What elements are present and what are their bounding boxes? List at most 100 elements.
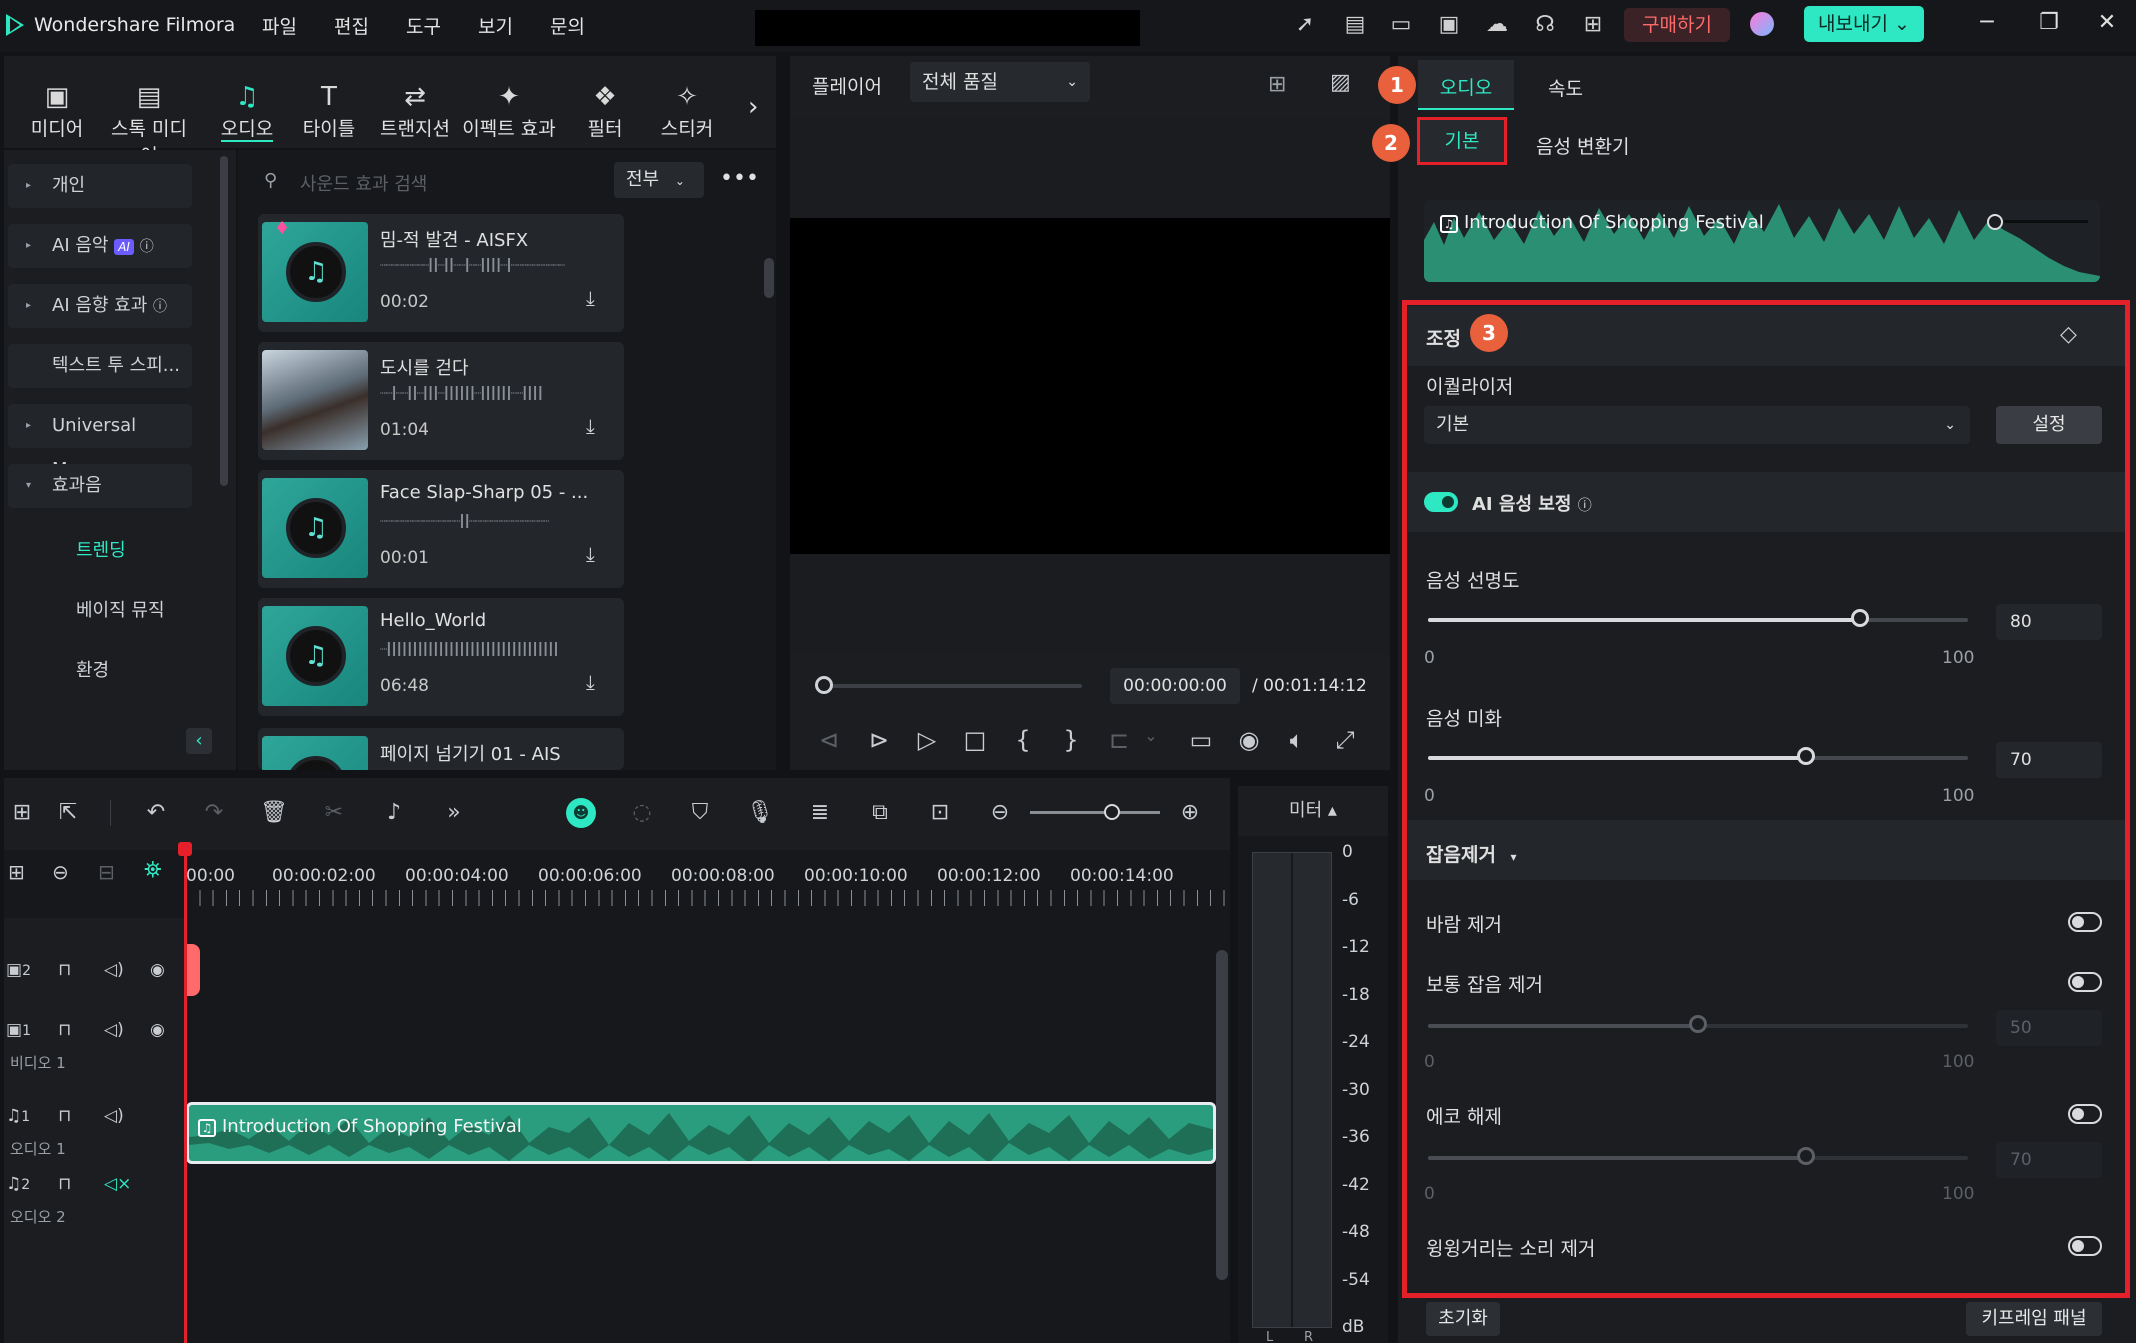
- current-timecode[interactable]: 00:00:00:00: [1110, 668, 1240, 704]
- minimize-icon[interactable]: ─: [1972, 10, 2002, 35]
- help-icon[interactable]: ⓘ: [153, 299, 167, 315]
- calendar-icon[interactable]: ▤: [1340, 10, 1370, 40]
- menu-help[interactable]: 문의: [550, 12, 585, 39]
- more-options-icon[interactable]: •••: [720, 166, 759, 191]
- zoom-slider[interactable]: [1030, 811, 1160, 814]
- download-icon[interactable]: ⤓: [586, 414, 595, 438]
- headset-icon[interactable]: ☊: [1530, 10, 1560, 40]
- prev-frame-icon[interactable]: ⊲: [812, 726, 846, 754]
- sidebar-scrollbar[interactable]: [220, 156, 228, 486]
- layout-grid-icon[interactable]: ⊞: [6, 800, 38, 825]
- lock-icon[interactable]: ⊓: [58, 1020, 71, 1040]
- avatar[interactable]: [1750, 12, 1774, 36]
- audio-edit-icon[interactable]: ♪: [378, 800, 410, 825]
- layout-icon[interactable]: ▭: [1386, 10, 1416, 40]
- replace-icon[interactable]: ⧉: [864, 800, 896, 825]
- snapshot-image-icon[interactable]: ▨: [1330, 70, 1351, 95]
- download-icon[interactable]: ⤓: [586, 542, 595, 566]
- chevron-right-icon[interactable]: ›: [748, 92, 758, 122]
- lock-icon[interactable]: ⊓: [58, 1174, 71, 1194]
- speaker-icon[interactable]: ◁): [104, 1020, 124, 1040]
- save-icon[interactable]: ▣: [1434, 10, 1464, 40]
- mark-out-icon[interactable]: }: [1054, 726, 1088, 754]
- sidebar-item-sound-effects[interactable]: ▾ 효과음: [8, 464, 192, 508]
- restore-icon[interactable]: ❐: [2034, 10, 2064, 35]
- progress-handle[interactable]: [815, 676, 833, 694]
- lock-icon[interactable]: ⊓: [58, 1106, 71, 1126]
- audio-list-icon[interactable]: ≣: [804, 800, 836, 825]
- list-scrollbar[interactable]: [764, 258, 774, 298]
- toolbar-audio[interactable]: ♫ 오디오: [202, 80, 292, 142]
- mark-in-icon[interactable]: {: [1006, 726, 1040, 754]
- help-icon[interactable]: ⓘ: [140, 239, 154, 255]
- microphone-icon[interactable]: 🎙︎: [744, 800, 776, 825]
- play-icon[interactable]: ▷: [910, 726, 944, 754]
- select-arrow-icon[interactable]: ⇱: [52, 800, 84, 825]
- download-icon[interactable]: ⤓: [586, 286, 595, 310]
- list-item[interactable]: 도시를 걷다 ┈┈┃┈┈┃┃┈┃┃┃┈┃┃┃┃┃┃┈┃┃┃┃┃┃┈┈┃┃┃┃ 0…: [258, 342, 624, 460]
- reset-button[interactable]: 초기화: [1426, 1302, 1500, 1336]
- next-frame-icon[interactable]: ⊳: [862, 726, 896, 754]
- tab-speed[interactable]: 속도: [1548, 74, 1583, 101]
- tab-voice-changer[interactable]: 음성 변환기: [1536, 132, 1629, 159]
- speaker-muted-icon[interactable]: ◁×: [104, 1174, 131, 1194]
- collapse-sidebar-icon[interactable]: ‹: [186, 728, 212, 754]
- playhead[interactable]: [184, 846, 187, 1343]
- toolbar-filter[interactable]: ❖ 필터: [560, 80, 650, 141]
- add-track-icon[interactable]: ⊞: [8, 860, 25, 884]
- volume-icon[interactable]: 🔈︎: [1280, 726, 1314, 754]
- chevron-down-icon[interactable]: ⌄: [1134, 726, 1168, 745]
- progress-track[interactable]: [818, 684, 1082, 688]
- sidebar-item-ai-music[interactable]: ▸ AI 음악 AI ⓘ: [8, 224, 192, 268]
- menu-file[interactable]: 파일: [262, 12, 297, 39]
- stop-icon[interactable]: □: [958, 726, 992, 754]
- quality-select[interactable]: 전체 품질 ⌄: [910, 62, 1090, 102]
- render-icon[interactable]: ◌: [626, 800, 658, 825]
- sidebar-item-tts[interactable]: 텍스트 투 스피...: [8, 344, 192, 388]
- menu-tools[interactable]: 도구: [406, 12, 441, 39]
- send-icon[interactable]: ➚: [1290, 10, 1320, 40]
- sidebar-subitem-basic-music[interactable]: 베이직 뮤직: [76, 596, 165, 622]
- list-item[interactable]: ♫ ♦ 밈-적 발견 - AISFX ┈┈┈┈┈┈┈┈┈┃┃┈┃┃┈┈┃┈┈┃┃…: [258, 214, 624, 332]
- grid-view-icon[interactable]: ⊞: [1268, 72, 1286, 97]
- fit-icon[interactable]: ⊡: [924, 800, 956, 825]
- camera-icon[interactable]: ◉: [1232, 726, 1266, 754]
- cut-icon[interactable]: ✂: [318, 800, 350, 825]
- close-icon[interactable]: ✕: [2092, 10, 2122, 35]
- zoom-in-icon[interactable]: ⊕: [1174, 800, 1206, 825]
- download-icon[interactable]: ⤓: [586, 670, 595, 694]
- menu-view[interactable]: 보기: [478, 12, 513, 39]
- sidebar-subitem-trending[interactable]: 트렌딩: [76, 536, 126, 562]
- redo-icon[interactable]: ↷: [198, 800, 230, 825]
- speaker-icon[interactable]: ◁): [104, 1106, 124, 1126]
- tab-basic[interactable]: 기본: [1420, 120, 1504, 162]
- buy-button[interactable]: 구매하기: [1624, 8, 1730, 42]
- meter-header[interactable]: 미터 ▴: [1238, 786, 1388, 836]
- cloud-icon[interactable]: ☁: [1482, 10, 1512, 40]
- sidebar-item-universal-music[interactable]: ▸Universal Mus...: [8, 404, 192, 480]
- list-item[interactable]: ♫ Face Slap-Sharp 05 - ... ┈┈┈┈┈┈┈┈┈┈┈┈┈…: [258, 470, 624, 588]
- sidebar-item-personal[interactable]: ▸ 개인: [8, 164, 192, 208]
- apps-grid-icon[interactable]: ⊞: [1578, 10, 1608, 40]
- toolbar-transition[interactable]: ⇄ 트랜지션: [368, 80, 462, 141]
- marker-icon[interactable]: ⊏: [1102, 726, 1136, 754]
- timeline-scrollbar[interactable]: [1216, 950, 1228, 1280]
- toolbar-title[interactable]: T 타이틀: [284, 80, 374, 141]
- filter-select[interactable]: 전부 ⌄: [614, 162, 704, 198]
- track-manager-icon[interactable]: ⊟: [98, 860, 115, 884]
- undo-icon[interactable]: ↶: [140, 800, 172, 825]
- speaker-icon[interactable]: ◁): [104, 960, 124, 980]
- keyframe-panel-button[interactable]: 키프레임 패널: [1966, 1302, 2102, 1336]
- search-input[interactable]: 사운드 효과 검색: [300, 170, 427, 196]
- video-preview[interactable]: [790, 218, 1390, 554]
- toolbar-media[interactable]: ▣ 미디어: [12, 80, 102, 141]
- list-item[interactable]: ♫ Hello_World ┈┃┃┃┃┃┃┃┃┃┃┃┃┃┃┃┃┃┃┃┃┃┃┃┃┃…: [258, 598, 624, 716]
- fullscreen-icon[interactable]: ⤢: [1328, 726, 1362, 754]
- lock-icon[interactable]: ⊓: [58, 960, 71, 980]
- shield-marker-icon[interactable]: ⛉: [684, 800, 716, 825]
- menu-edit[interactable]: 편집: [334, 12, 369, 39]
- fade-handle[interactable]: [1987, 214, 2003, 230]
- zoom-handle[interactable]: [1104, 804, 1120, 820]
- zoom-out-icon[interactable]: ⊖: [984, 800, 1016, 825]
- export-button[interactable]: 내보내기 ⌄: [1804, 6, 1924, 42]
